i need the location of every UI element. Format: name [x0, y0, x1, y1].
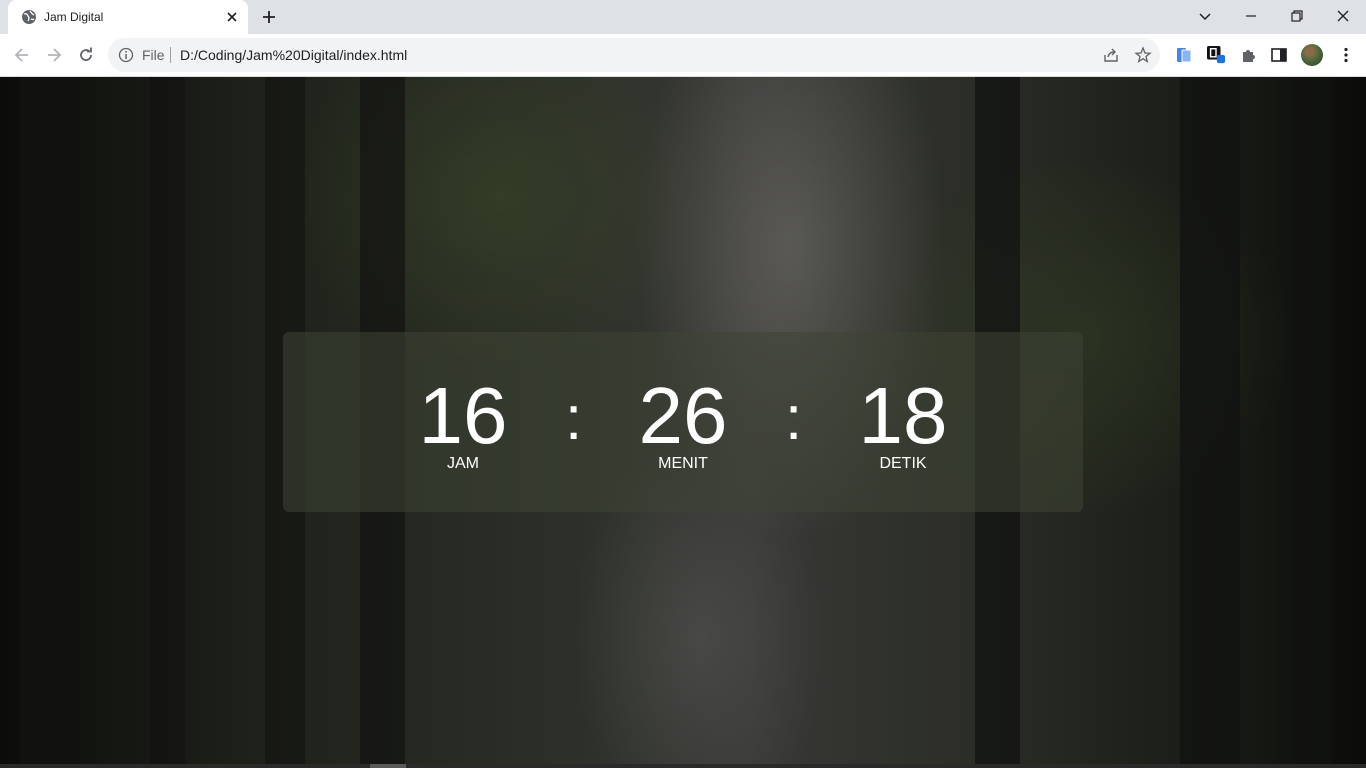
minutes-value: 26 [638, 371, 728, 460]
scrollbar-thumb[interactable] [370, 764, 406, 768]
restore-icon[interactable] [1287, 6, 1307, 26]
url-scheme-label: File [142, 47, 165, 63]
minutes-label: MENIT [658, 455, 708, 472]
tree-trunk [20, 77, 80, 768]
clock-panel: 16 JAM : 26 MENIT : 18 DETIK [283, 332, 1083, 512]
reload-icon[interactable] [76, 45, 96, 65]
bookmark-star-icon[interactable] [1134, 46, 1152, 64]
extensions-puzzle-icon[interactable] [1239, 46, 1257, 64]
seconds-unit: 18 DETIK [853, 332, 953, 512]
url-text[interactable]: D:/Coding/Jam%20Digital/index.html [180, 47, 407, 63]
side-panel-icon[interactable] [1270, 46, 1288, 64]
hours-label: JAM [447, 455, 479, 472]
back-icon[interactable] [12, 45, 32, 65]
separator-colon: : [785, 384, 803, 453]
url-separator [170, 47, 171, 63]
close-window-icon[interactable] [1333, 6, 1353, 26]
tab-close-icon[interactable] [224, 9, 240, 25]
seconds-label: DETIK [879, 455, 927, 472]
ext-notion-icon[interactable] [1207, 46, 1225, 64]
profile-avatar[interactable] [1301, 44, 1323, 66]
tab-search-icon[interactable] [1195, 6, 1215, 26]
site-info-icon[interactable] [118, 47, 134, 63]
minimize-icon[interactable] [1241, 6, 1261, 26]
menu-kebab-icon[interactable] [1337, 46, 1355, 64]
hours-unit: 16 JAM [413, 332, 513, 512]
seconds-value: 18 [858, 371, 948, 460]
globe-icon [22, 10, 36, 24]
browser-tab[interactable]: Jam Digital [8, 0, 248, 34]
separator-colon: : [565, 384, 583, 453]
address-bar[interactable]: File D:/Coding/Jam%20Digital/index.html [108, 38, 1160, 72]
share-icon[interactable] [1102, 46, 1120, 64]
tree-trunk [150, 77, 185, 768]
browser-window: Jam Digital File D:/Coding/Jam%20Digital… [0, 0, 1366, 768]
new-tab-icon[interactable] [260, 8, 278, 26]
horizontal-scrollbar[interactable] [0, 764, 1366, 768]
tab-strip: Jam Digital [0, 0, 1366, 34]
minutes-unit: 26 MENIT [633, 332, 733, 512]
forward-icon[interactable] [44, 45, 64, 65]
page-background: 16 JAM : 26 MENIT : 18 DETIK [0, 77, 1366, 768]
tree-trunk [1290, 77, 1330, 768]
ext-translate-icon[interactable] [1175, 46, 1193, 64]
tree-trunk [1180, 77, 1240, 768]
hours-value: 16 [418, 371, 508, 460]
browser-toolbar: File D:/Coding/Jam%20Digital/index.html [0, 34, 1366, 77]
tab-title: Jam Digital [44, 10, 104, 24]
